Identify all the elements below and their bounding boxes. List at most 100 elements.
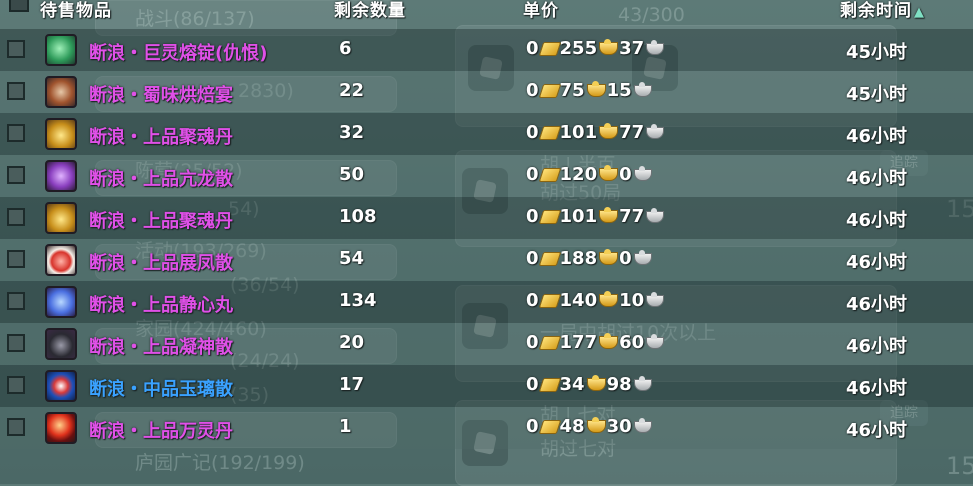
item-name: 断浪・上品聚魂丹 <box>89 127 233 148</box>
gold-ingot-icon <box>586 417 606 433</box>
quantity-column-header[interactable]: 剩余数量 <box>334 0 406 21</box>
gold-bar-icon <box>538 251 561 266</box>
price-silver-amount: 37 <box>619 38 645 59</box>
gold-bar-icon <box>538 293 561 308</box>
gold-bar-icon <box>538 335 561 350</box>
silver-ingot-icon <box>646 291 665 307</box>
row-checkbox[interactable] <box>7 292 25 310</box>
unit-price: 0 255 37 <box>526 38 665 59</box>
price-gold-amount: 0 <box>526 122 539 143</box>
price-silver-amount: 30 <box>606 416 632 437</box>
table-row[interactable]: 断浪・中品玉璃散 17 0 34 98 46小时 <box>0 365 973 407</box>
remaining-quantity: 54 <box>339 248 365 269</box>
remaining-quantity: 6 <box>339 38 352 59</box>
item-name: 断浪・上品万灵丹 <box>89 421 233 442</box>
table-row[interactable]: 断浪・上品静心丸 134 0 140 10 46小时 <box>0 281 973 323</box>
table-row[interactable]: 断浪・上品万灵丹 1 0 48 30 46小时 <box>0 407 973 449</box>
silver-ingot-icon <box>646 39 665 55</box>
item-name: 断浪・上品聚魂丹 <box>89 211 233 232</box>
unit-price: 0 75 15 <box>526 80 652 101</box>
row-checkbox[interactable] <box>7 124 25 142</box>
remaining-quantity: 20 <box>339 332 365 353</box>
remaining-time: 46小时 <box>846 294 908 315</box>
silver-ingot-icon <box>633 375 652 391</box>
price-gold-amount: 0 <box>526 206 539 227</box>
remaining-time: 46小时 <box>846 420 908 441</box>
remaining-time: 46小时 <box>846 252 908 273</box>
table-row[interactable]: 断浪・上品亢龙散 50 0 120 0 46小时 <box>0 155 973 197</box>
price-gold-amount: 0 <box>526 80 539 101</box>
gold-ingot-icon <box>599 207 619 223</box>
gold-ingot-icon <box>599 291 619 307</box>
table-row[interactable]: 断浪・巨灵熔锭(仇恨) 6 0 255 37 45小时 <box>0 29 973 71</box>
item-name: 断浪・中品玉璃散 <box>89 379 233 400</box>
remaining-quantity: 134 <box>339 290 377 311</box>
price-silver-amount: 77 <box>619 122 645 143</box>
golden-pills-icon <box>45 118 77 150</box>
gold-bar-icon <box>538 125 561 140</box>
gold-ingot-icon <box>599 123 619 139</box>
price-ingot-amount: 188 <box>559 248 598 269</box>
sort-ascending-icon[interactable]: ▲ <box>914 5 925 20</box>
gold-bar-icon <box>538 419 561 434</box>
price-gold-amount: 0 <box>526 38 539 59</box>
table-header: 待售物品 剩余数量 单价 剩余时间 ▲ <box>0 0 973 26</box>
price-gold-amount: 0 <box>526 416 539 437</box>
price-gold-amount: 0 <box>526 374 539 395</box>
unit-price: 0 101 77 <box>526 206 665 227</box>
silver-ingot-icon <box>646 207 665 223</box>
bg-text: 庐园广记(192/199) <box>135 452 305 474</box>
blue-packet-icon <box>45 370 77 402</box>
row-checkbox[interactable] <box>7 334 25 352</box>
row-checkbox[interactable] <box>7 376 25 394</box>
silver-ingot-icon <box>633 249 652 265</box>
remaining-time: 46小时 <box>846 210 908 231</box>
row-checkbox[interactable] <box>7 208 25 226</box>
item-name: 断浪・巨灵熔锭(仇恨) <box>89 43 268 64</box>
row-checkbox[interactable] <box>7 418 25 436</box>
remaining-time: 45小时 <box>846 84 908 105</box>
row-checkbox[interactable] <box>7 250 25 268</box>
price-gold-amount: 0 <box>526 164 539 185</box>
unit-price: 0 177 60 <box>526 332 665 353</box>
remaining-quantity: 1 <box>339 416 352 437</box>
price-silver-amount: 10 <box>619 290 645 311</box>
silver-ingot-icon <box>646 333 665 349</box>
remaining-quantity: 108 <box>339 206 377 227</box>
red-potion-bottle-icon <box>45 244 77 276</box>
price-ingot-amount: 101 <box>559 206 598 227</box>
price-ingot-amount: 48 <box>559 416 585 437</box>
select-all-checkbox[interactable] <box>9 0 29 12</box>
price-ingot-amount: 255 <box>559 38 598 59</box>
purple-jar-icon <box>45 160 77 192</box>
table-row[interactable]: 断浪・上品聚魂丹 108 0 101 77 46小时 <box>0 197 973 239</box>
silver-ingot-icon <box>633 165 652 181</box>
price-column-header[interactable]: 单价 <box>523 0 559 21</box>
feast-platter-icon <box>45 76 77 108</box>
price-ingot-amount: 101 <box>559 122 598 143</box>
gold-ingot-icon <box>586 375 606 391</box>
row-checkbox[interactable] <box>7 40 25 58</box>
time-column-header[interactable]: 剩余时间 ▲ <box>840 0 925 21</box>
remaining-time: 45小时 <box>846 42 908 63</box>
remaining-quantity: 17 <box>339 374 365 395</box>
unit-price: 0 101 77 <box>526 122 665 143</box>
item-column-header[interactable]: 待售物品 <box>40 0 112 21</box>
table-row[interactable]: 断浪・上品聚魂丹 32 0 101 77 46小时 <box>0 113 973 155</box>
gold-ingot-icon <box>599 39 619 55</box>
price-gold-amount: 0 <box>526 290 539 311</box>
table-row[interactable]: 断浪・上品凝神散 20 0 177 60 46小时 <box>0 323 973 365</box>
item-name: 断浪・蜀味烘焙宴 <box>89 85 233 106</box>
price-ingot-amount: 34 <box>559 374 585 395</box>
table-row[interactable]: 断浪・蜀味烘焙宴 22 0 75 15 45小时 <box>0 71 973 113</box>
price-ingot-amount: 120 <box>559 164 598 185</box>
price-silver-amount: 98 <box>606 374 632 395</box>
gold-ingot-icon <box>586 81 606 97</box>
row-checkbox[interactable] <box>7 166 25 184</box>
gold-ingot-icon <box>599 249 619 265</box>
row-checkbox[interactable] <box>7 82 25 100</box>
gold-bar-icon <box>538 41 561 56</box>
table-row[interactable]: 断浪・上品展凤散 54 0 188 0 46小时 <box>0 239 973 281</box>
price-silver-amount: 77 <box>619 206 645 227</box>
remaining-time: 46小时 <box>846 126 908 147</box>
